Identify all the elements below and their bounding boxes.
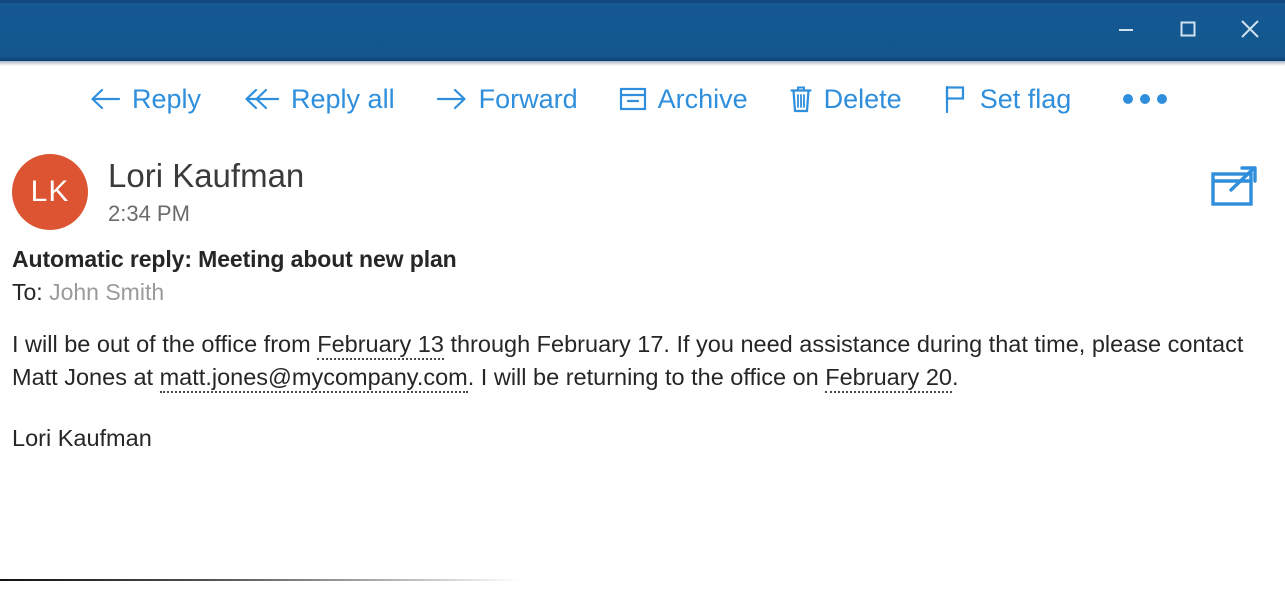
avatar: LK <box>12 154 88 230</box>
set-flag-label: Set flag <box>979 83 1072 114</box>
sender-info: Lori Kaufman 2:34 PM <box>108 154 1209 227</box>
close-icon <box>1235 14 1265 44</box>
pop-out-button[interactable] <box>1209 154 1261 217</box>
maximize-button[interactable] <box>1157 0 1219 58</box>
message-header: LK Lori Kaufman 2:34 PM <box>0 137 1285 230</box>
archive-label: Archive <box>657 83 748 114</box>
email-smarttag[interactable]: matt.jones@mycompany.com <box>159 364 468 394</box>
archive-button[interactable]: Archive <box>618 84 748 115</box>
ellipsis-icon <box>1123 94 1168 104</box>
open-in-new-window-icon <box>1209 166 1261 216</box>
message-body: I will be out of the office from Februar… <box>0 306 1285 455</box>
minimize-button[interactable] <box>1095 0 1157 58</box>
arrow-right-icon <box>435 86 469 112</box>
body-text-4: . <box>951 364 959 391</box>
delete-label: Delete <box>823 83 902 114</box>
forward-label: Forward <box>478 83 578 114</box>
trash-icon <box>788 84 814 114</box>
sender-name: Lori Kaufman <box>108 157 305 194</box>
set-flag-button[interactable]: Set flag <box>942 83 1072 115</box>
maximize-icon <box>1175 16 1201 42</box>
archive-box-icon <box>618 85 648 113</box>
reply-label: Reply <box>132 83 202 114</box>
body-signature: Lori Kaufman <box>12 424 152 451</box>
message-subject: Automatic reply: Meeting about new plan <box>12 246 457 272</box>
date-smarttag-return[interactable]: February 20 <box>825 364 952 394</box>
to-label: To: <box>12 279 43 305</box>
subject-block: Automatic reply: Meeting about new plan … <box>0 230 1285 306</box>
title-bar-shadow <box>0 61 1285 66</box>
minimize-icon <box>1113 16 1139 42</box>
body-text-1: I will be out of the office from <box>12 331 318 357</box>
recipient-name[interactable]: John Smith <box>49 279 164 305</box>
arrow-left-icon <box>88 86 122 112</box>
close-button[interactable] <box>1219 0 1281 58</box>
delete-button[interactable]: Delete <box>788 84 902 115</box>
more-actions-button[interactable] <box>1123 94 1168 104</box>
bottom-divider <box>0 579 520 581</box>
message-toolbar: Reply Reply all Forward Archive Delete S… <box>0 61 1285 137</box>
flag-icon <box>942 84 970 114</box>
window-title-bar <box>0 0 1285 61</box>
forward-button[interactable]: Forward <box>435 84 578 115</box>
window-controls <box>1095 0 1281 58</box>
recipient-line: To: John Smith <box>12 279 1261 306</box>
body-paragraph: I will be out of the office from Februar… <box>12 328 1255 395</box>
title-bar-top-edge <box>0 0 1285 3</box>
double-arrow-left-icon <box>241 86 281 112</box>
date-smarttag-start[interactable]: February 13 <box>317 331 444 360</box>
body-text-3: . I will be returning to the office on <box>467 364 826 391</box>
avatar-initials: LK <box>30 175 70 208</box>
reply-all-button[interactable]: Reply all <box>241 84 395 115</box>
reply-button[interactable]: Reply <box>88 84 201 115</box>
message-timestamp: 2:34 PM <box>108 200 190 226</box>
reply-all-label: Reply all <box>291 83 395 114</box>
